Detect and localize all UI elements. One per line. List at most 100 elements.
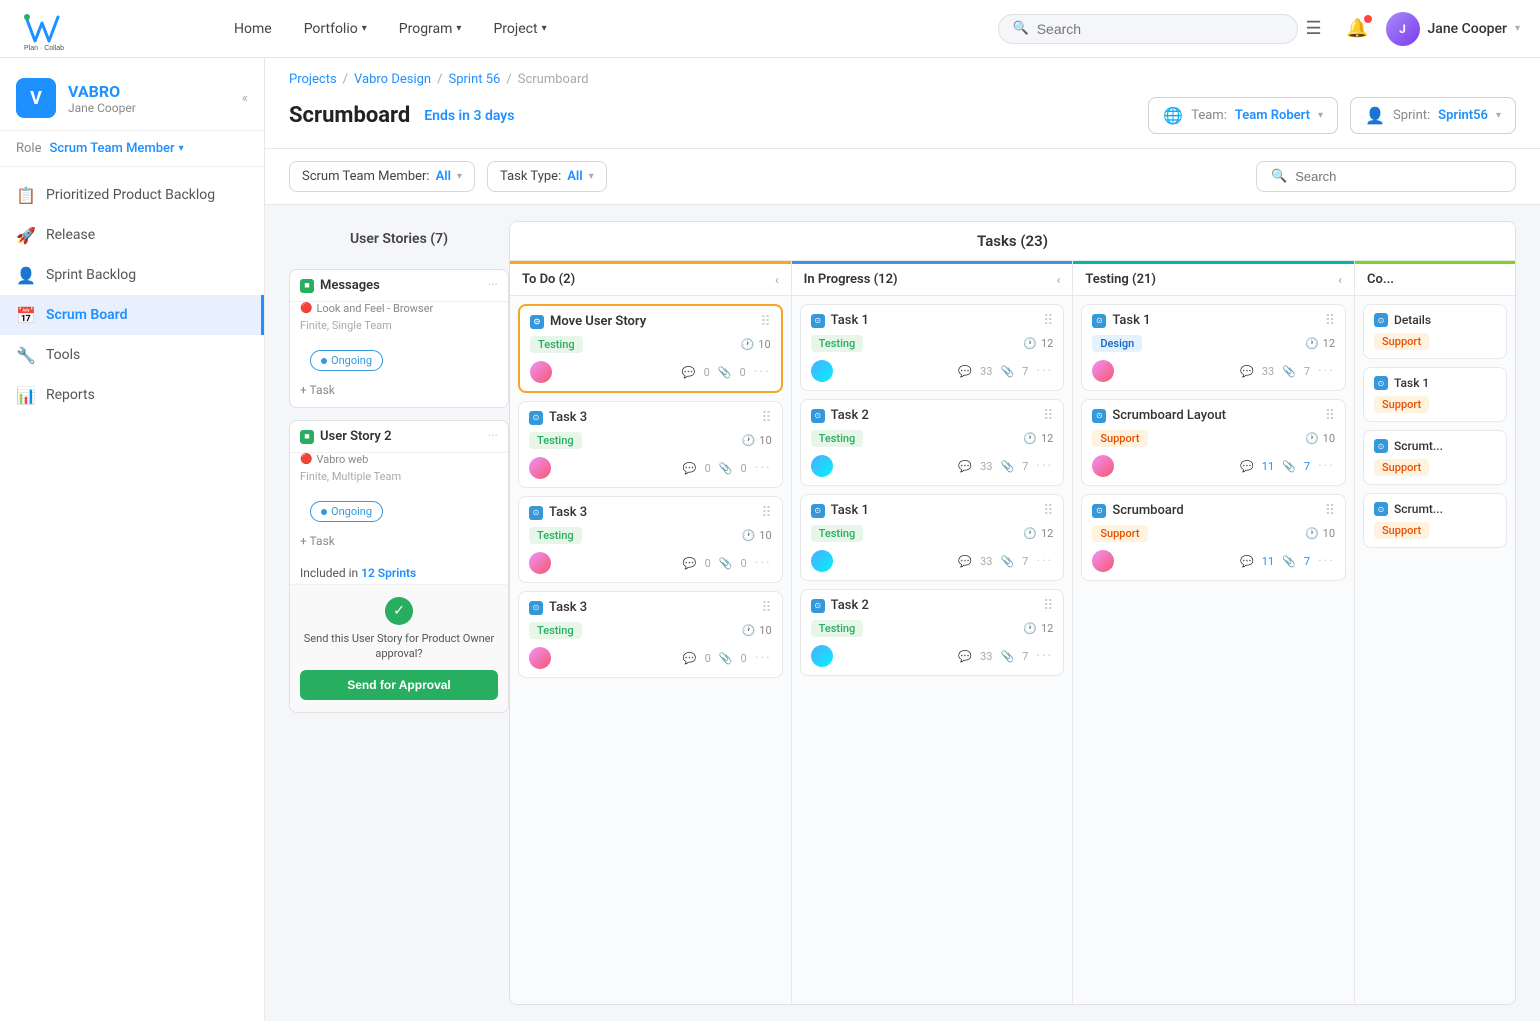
nav-project[interactable]: Project ▾	[479, 15, 560, 43]
sidebar-item-sprint-backlog[interactable]: 👤 Sprint Backlog	[0, 255, 264, 295]
sidebar-item-prioritized-backlog[interactable]: 📋 Prioritized Product Backlog	[0, 175, 264, 215]
role-value[interactable]: Scrum Team Member ▾	[49, 141, 183, 156]
task-card-test-3[interactable]: ⊙ Scrumboard ⠿ Support 🕐	[1081, 494, 1346, 581]
task-more-2[interactable]: ···	[755, 460, 772, 476]
task-card-test-1[interactable]: ⊙ Task 1 ⠿ Design 🕐	[1081, 304, 1346, 391]
user-profile[interactable]: J Jane Cooper ▾	[1386, 12, 1520, 46]
task-time-test-2: 🕐 10	[1305, 432, 1335, 445]
breadcrumb-sprint56[interactable]: Sprint 56	[448, 72, 500, 87]
ends-in-value: 3 days	[473, 108, 514, 124]
task-more-ip-3[interactable]: ···	[1036, 553, 1053, 569]
send-for-approval-btn[interactable]: Send for Approval	[300, 670, 498, 700]
task-card-ip-1[interactable]: ⊙ Task 1 ⠿ Testing 🕐	[800, 304, 1065, 391]
sidebar-item-label-tools: Tools	[46, 347, 80, 363]
task-drag-ip-1[interactable]: ⠿	[1043, 313, 1053, 329]
todo-column-header: To Do (2) ‹	[510, 261, 791, 296]
task-card-comp-2[interactable]: ⊙ Task 1 Support	[1363, 367, 1507, 422]
story-more-btn-2[interactable]: ···	[488, 429, 498, 444]
task-more-test-1[interactable]: ···	[1318, 363, 1335, 379]
task-footer-ip-3: 💬 33 📎 7 ···	[811, 550, 1054, 572]
task-card-ip-header-3: ⊙ Task 1 ⠿	[811, 503, 1054, 519]
task-more-ip-1[interactable]: ···	[1036, 363, 1053, 379]
task-drag-handle-1[interactable]: ⠿	[760, 314, 770, 330]
add-task-btn-2[interactable]: + Task	[290, 530, 508, 558]
clock-icon-ip-1: 🕐	[1023, 337, 1037, 350]
attach-icon-3: 📎	[719, 557, 733, 570]
task-drag-handle-2[interactable]: ⠿	[761, 410, 771, 426]
breadcrumb-vabro-design[interactable]: Vabro Design	[354, 72, 431, 87]
task-type-label: Task Type:	[500, 169, 561, 184]
todo-nav-btn[interactable]: ‹	[775, 273, 779, 287]
vabro-logo[interactable]: Plan · Collaborate · Deliver	[20, 7, 64, 51]
menu-icon-btn[interactable]: ☰	[1298, 13, 1330, 45]
task-card-comp-1[interactable]: ⊙ Details Support	[1363, 304, 1507, 359]
comment-icon-ip-4: 💬	[958, 650, 972, 663]
member-filter[interactable]: Scrum Team Member: All ▾	[289, 161, 475, 192]
task-drag-test-2[interactable]: ⠿	[1325, 408, 1335, 424]
breadcrumb-projects[interactable]: Projects	[289, 72, 337, 87]
task-more-test-3[interactable]: ···	[1318, 553, 1335, 569]
task-more-ip-2[interactable]: ···	[1036, 458, 1053, 474]
task-more-ip-4[interactable]: ···	[1036, 648, 1053, 664]
task-more-4[interactable]: ···	[755, 650, 772, 666]
task-card-move-user-story[interactable]: ⊙ Move User Story ⠿ Testing 🕐	[518, 304, 783, 393]
avatar-img-test-3	[1092, 550, 1114, 572]
task-type-filter[interactable]: Task Type: All ▾	[487, 161, 607, 192]
filter-search-bar[interactable]: 🔍	[1256, 161, 1516, 192]
global-search-bar[interactable]: 🔍	[998, 14, 1298, 44]
task-drag-handle-3[interactable]: ⠿	[761, 505, 771, 521]
story-status-tag-2[interactable]: Ongoing	[310, 501, 383, 522]
attach-icon-1: 📎	[718, 366, 732, 379]
notification-btn[interactable]: 🔔	[1342, 13, 1374, 45]
avatar-img-4	[529, 647, 551, 669]
task-drag-test-3[interactable]: ⠿	[1325, 503, 1335, 519]
approval-check-icon: ✓	[385, 597, 413, 625]
inprogress-nav-btn[interactable]: ‹	[1057, 273, 1061, 287]
nav-home[interactable]: Home	[220, 15, 286, 43]
task-type-icon-comp-2: ⊙	[1374, 376, 1388, 390]
sidebar-item-scrum-board[interactable]: 📅 Scrum Board	[0, 295, 264, 335]
task-card-ip-4[interactable]: ⊙ Task 2 ⠿ Testing 🕐	[800, 589, 1065, 676]
task-card-todo-4[interactable]: ⊙ Task 3 ⠿ Testing 🕐	[518, 591, 783, 678]
testing-column-header: Testing (21) ‹	[1073, 261, 1354, 296]
filter-search-input[interactable]	[1295, 169, 1501, 184]
task-card-todo-2[interactable]: ⊙ Task 3 ⠿ Testing 🕐	[518, 401, 783, 488]
story-status-tag-messages[interactable]: Ongoing	[310, 350, 383, 371]
sidebar-item-reports[interactable]: 📊 Reports	[0, 375, 264, 415]
sidebar-item-label-reports: Reports	[46, 387, 95, 403]
task-drag-test-1[interactable]: ⠿	[1325, 313, 1335, 329]
sidebar-collapse-btn[interactable]: «	[242, 91, 248, 106]
sidebar-item-release[interactable]: 🚀 Release	[0, 215, 264, 255]
add-task-btn-messages[interactable]: + Task	[290, 379, 508, 407]
task-card-ip-3[interactable]: ⊙ Task 1 ⠿ Testing 🕐	[800, 494, 1065, 581]
task-more-test-2[interactable]: ···	[1318, 458, 1335, 474]
task-card-todo-3[interactable]: ⊙ Task 3 ⠿ Testing 🕐	[518, 496, 783, 583]
task-time-1: 🕐 10	[741, 338, 771, 351]
team-selector[interactable]: 🌐 Team: Team Robert ▾	[1148, 97, 1338, 134]
task-footer-1: 💬 0 📎 0 ···	[530, 361, 771, 383]
sprint-selector[interactable]: 👤 Sprint: Sprint56 ▾	[1350, 97, 1516, 134]
sidebar-item-tools[interactable]: 🔧 Tools	[0, 335, 264, 375]
comment-icon-test-1: 💬	[1240, 365, 1254, 378]
clock-icon-3: 🕐	[742, 529, 756, 542]
story-more-btn-messages[interactable]: ···	[488, 278, 498, 293]
task-card-ip-2[interactable]: ⊙ Task 2 ⠿ Testing 🕐	[800, 399, 1065, 486]
nav-portfolio[interactable]: Portfolio ▾	[290, 15, 381, 43]
task-stats-ip-1: 💬 33 📎 7 ···	[958, 363, 1053, 379]
global-search-input[interactable]	[1037, 21, 1283, 37]
task-drag-ip-3[interactable]: ⠿	[1043, 503, 1053, 519]
task-drag-ip-2[interactable]: ⠿	[1043, 408, 1053, 424]
nav-program[interactable]: Program ▾	[385, 15, 476, 43]
task-card-comp-4[interactable]: ⊙ Scrumt... Support	[1363, 493, 1507, 548]
task-card-comp-3[interactable]: ⊙ Scrumt... Support	[1363, 430, 1507, 485]
search-icon: 🔍	[1013, 21, 1029, 36]
task-drag-ip-4[interactable]: ⠿	[1043, 598, 1053, 614]
task-drag-handle-4[interactable]: ⠿	[761, 600, 771, 616]
task-more-1[interactable]: ···	[754, 364, 771, 380]
breadcrumb-current: Scrumboard	[518, 72, 589, 87]
story-2-sub-icon: 🔴	[300, 454, 312, 465]
task-card-test-2[interactable]: ⊙ Scrumboard Layout ⠿ Support 🕐	[1081, 399, 1346, 486]
task-more-3[interactable]: ···	[755, 555, 772, 571]
testing-nav-btn[interactable]: ‹	[1338, 273, 1342, 287]
task-avatar-ip-2	[811, 455, 833, 477]
